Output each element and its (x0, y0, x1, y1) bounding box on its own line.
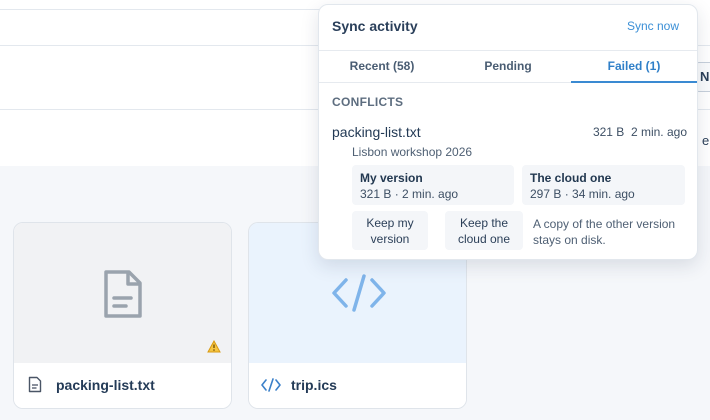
warning-icon (207, 340, 221, 353)
toolbar-text: e (702, 133, 710, 148)
file-thumbnail (14, 223, 231, 363)
file-card-footer: packing-list.txt (14, 363, 231, 408)
file-name: packing-list.txt (56, 377, 155, 393)
popover-title: Sync activity (332, 18, 418, 34)
sync-activity-popover: Sync activity Sync now Recent (58) Pendi… (318, 4, 698, 260)
cloud-version-title: The cloud one (530, 171, 612, 185)
document-icon (28, 376, 42, 393)
divider (0, 9, 320, 10)
tab-failed[interactable]: Failed (1) (571, 51, 697, 83)
keep-my-version-label: Keep my version (366, 216, 414, 246)
conflict-note: A copy of the other version stays on dis… (533, 217, 676, 247)
keep-my-version-button[interactable]: Keep my version (352, 211, 428, 250)
toolbar-button[interactable]: N (696, 62, 710, 92)
tab-bar: Recent (58) Pending Failed (1) (319, 50, 697, 83)
document-icon (104, 270, 142, 318)
file-name: trip.ics (291, 377, 337, 393)
cloud-version-box: The cloud one 297 B · 34 min. ago (522, 165, 685, 205)
keep-cloud-version-label: Keep the cloud one (457, 216, 511, 246)
conflict-project: Lisbon workshop 2026 (352, 145, 473, 159)
tab-pending[interactable]: Pending (445, 51, 571, 82)
my-version-title: My version (360, 171, 423, 185)
code-icon (332, 274, 386, 312)
tab-recent[interactable]: Recent (58) (319, 51, 445, 82)
toolbar-button-label: N (700, 69, 710, 84)
cloud-version-meta: 297 B · 34 min. ago (530, 187, 635, 201)
my-version-meta: 321 B · 2 min. ago (360, 187, 459, 201)
my-version-box: My version 321 B · 2 min. ago (352, 165, 514, 205)
file-card-footer: trip.ics (249, 363, 466, 408)
section-title: CONFLICTS (332, 95, 404, 109)
sync-now-link[interactable]: Sync now (627, 19, 679, 33)
keep-cloud-version-button[interactable]: Keep the cloud one (445, 211, 523, 250)
code-icon (261, 378, 281, 392)
conflict-file-meta: 321 B 2 min. ago (592, 125, 687, 139)
conflict-file-name: packing-list.txt (332, 124, 421, 140)
file-card[interactable]: packing-list.txt (13, 222, 232, 409)
